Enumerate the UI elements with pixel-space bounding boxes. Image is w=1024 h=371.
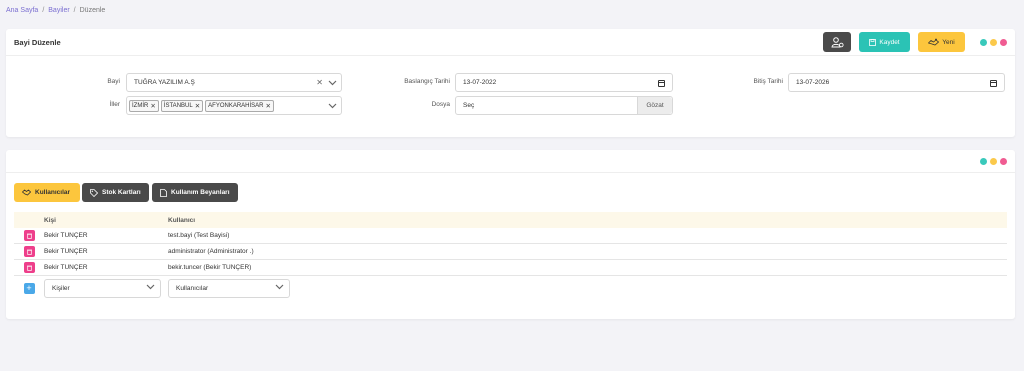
breadcrumb-dealers[interactable]: Bayiler — [48, 7, 69, 14]
tab-usage-declarations[interactable]: Kullanım Beyanları — [152, 183, 238, 202]
user-select[interactable]: Kullanıcılar — [168, 278, 290, 298]
clear-icon[interactable]: ✕ — [316, 78, 323, 87]
remove-tag-icon[interactable]: ✕ — [266, 102, 271, 110]
users-table: Kişi Kullanıcı Bekir TUNÇER test.bayi (T… — [14, 212, 1007, 300]
tab-users[interactable]: Kullanıcılar — [14, 183, 80, 202]
calendar-icon[interactable] — [658, 80, 665, 87]
dealer-value: TUĞRA YAZILIM A.Ş — [134, 79, 195, 86]
new-button[interactable]: Yeni — [918, 32, 965, 52]
column-header-person: Kişi — [44, 216, 56, 224]
new-handshake-icon — [928, 38, 940, 46]
tab-users-label: Kullanıcılar — [35, 189, 71, 196]
breadcrumb-separator: / — [42, 7, 45, 14]
tab-stock-cards[interactable]: Stok Kartları — [82, 183, 149, 202]
window-dot-teal[interactable] — [980, 158, 987, 165]
dealer-edit-card: Bayi Düzenle Kaydet Yeni Bayi TUĞRA YAZI… — [6, 29, 1015, 137]
cell-user: administrator (Administrator .) — [168, 248, 254, 255]
cell-person: Bekir TUNÇER — [44, 248, 88, 255]
cell-person: Bekir TUNÇER — [44, 232, 88, 239]
end-date-label: Bitiş Tarihi — [753, 78, 783, 85]
dealer-label: Bayi — [107, 78, 120, 85]
column-header-user: Kullanıcı — [168, 216, 196, 224]
delete-row-button[interactable] — [23, 246, 35, 257]
save-icon — [869, 38, 877, 46]
browse-button[interactable]: Gözat — [637, 97, 672, 114]
delete-row-button[interactable] — [23, 262, 35, 273]
window-dot-teal[interactable] — [980, 39, 987, 46]
chevron-down-icon — [328, 103, 337, 108]
cities-label: İller — [109, 101, 120, 108]
city-tag: İSTANBUL ✕ — [160, 99, 204, 112]
city-tag: AFYONKARAHİSAR ✕ — [205, 99, 274, 112]
breadcrumb-current: Düzenle — [79, 7, 106, 14]
breadcrumb-home[interactable]: Ana Sayfa — [6, 7, 38, 14]
window-dot-pink[interactable] — [1000, 158, 1007, 165]
add-row: + Kişiler Kullanıcılar — [14, 276, 1007, 300]
table-row: Bekir TUNÇER administrator (Administrato… — [14, 244, 1007, 260]
detail-card: Kullanıcılar Stok Kartları Kullanım Beya… — [6, 150, 1015, 319]
user-select-placeholder: Kullanıcılar — [176, 284, 209, 292]
breadcrumb-separator: / — [73, 7, 76, 14]
save-button[interactable]: Kaydet — [859, 32, 910, 52]
person-select[interactable]: Kişiler — [44, 278, 161, 298]
cell-user: bekir.tuncer (Bekir TUNÇER) — [168, 264, 252, 271]
cell-person: Bekir TUNÇER — [44, 264, 88, 271]
trash-icon — [26, 233, 32, 239]
delete-row-button[interactable] — [23, 230, 35, 241]
start-date-input[interactable]: 13-07-2022 — [455, 73, 673, 92]
calendar-icon[interactable] — [990, 80, 997, 87]
cell-user: test.bayi (Test Bayisi) — [168, 232, 230, 239]
card-header: Bayi Düzenle Kaydet Yeni — [6, 29, 1015, 56]
person-select-placeholder: Kişiler — [52, 284, 70, 292]
window-controls — [980, 158, 1007, 165]
city-tag-label: İSTANBUL — [163, 102, 193, 109]
table-header: Kişi Kullanıcı — [14, 212, 1007, 228]
end-date-value: 13-07-2026 — [796, 79, 830, 86]
window-dot-yellow[interactable] — [990, 39, 997, 46]
city-tag: İZMİR ✕ — [129, 99, 159, 112]
user-settings-button[interactable] — [823, 32, 851, 52]
add-row-button[interactable]: + — [23, 282, 35, 294]
trash-icon — [26, 265, 32, 271]
chevron-down-icon — [146, 284, 155, 289]
remove-tag-icon[interactable]: ✕ — [150, 102, 155, 110]
breadcrumb: Ana Sayfa / Bayiler / Düzenle — [6, 7, 105, 14]
tab-usage-label: Kullanım Beyanları — [171, 189, 230, 196]
end-date-input[interactable]: 13-07-2026 — [788, 73, 1005, 92]
trash-icon — [26, 249, 32, 255]
user-gear-icon — [830, 36, 844, 47]
document-icon — [160, 188, 167, 197]
card-header — [6, 150, 1015, 173]
page-title: Bayi Düzenle — [14, 38, 61, 47]
chevron-down-icon — [328, 80, 337, 85]
file-label: Dosya — [431, 101, 450, 108]
file-input[interactable]: Seç Gözat — [455, 96, 673, 115]
window-dot-yellow[interactable] — [990, 158, 997, 165]
window-controls — [980, 39, 1007, 46]
remove-tag-icon[interactable]: ✕ — [195, 102, 200, 110]
new-button-label: Yeni — [942, 38, 955, 46]
file-value: Seç — [463, 102, 475, 109]
city-tag-label: İZMİR — [132, 102, 149, 109]
handshake-icon — [22, 189, 31, 196]
tab-stock-label: Stok Kartları — [102, 189, 141, 196]
tag-icon — [90, 188, 98, 197]
start-date-label: Baslangıç Tarihi — [404, 78, 450, 85]
city-tag-label: AFYONKARAHİSAR — [208, 102, 264, 109]
start-date-value: 13-07-2022 — [463, 79, 497, 86]
window-dot-pink[interactable] — [1000, 39, 1007, 46]
cities-multiselect[interactable]: İZMİR ✕ İSTANBUL ✕ AFYONKARAHİSAR ✕ — [126, 96, 342, 115]
chevron-down-icon — [275, 284, 284, 289]
dealer-select[interactable]: TUĞRA YAZILIM A.Ş ✕ — [126, 73, 342, 92]
table-row: Bekir TUNÇER bekir.tuncer (Bekir TUNÇER) — [14, 260, 1007, 276]
save-button-label: Kaydet — [879, 38, 900, 46]
table-row: Bekir TUNÇER test.bayi (Test Bayisi) — [14, 228, 1007, 244]
